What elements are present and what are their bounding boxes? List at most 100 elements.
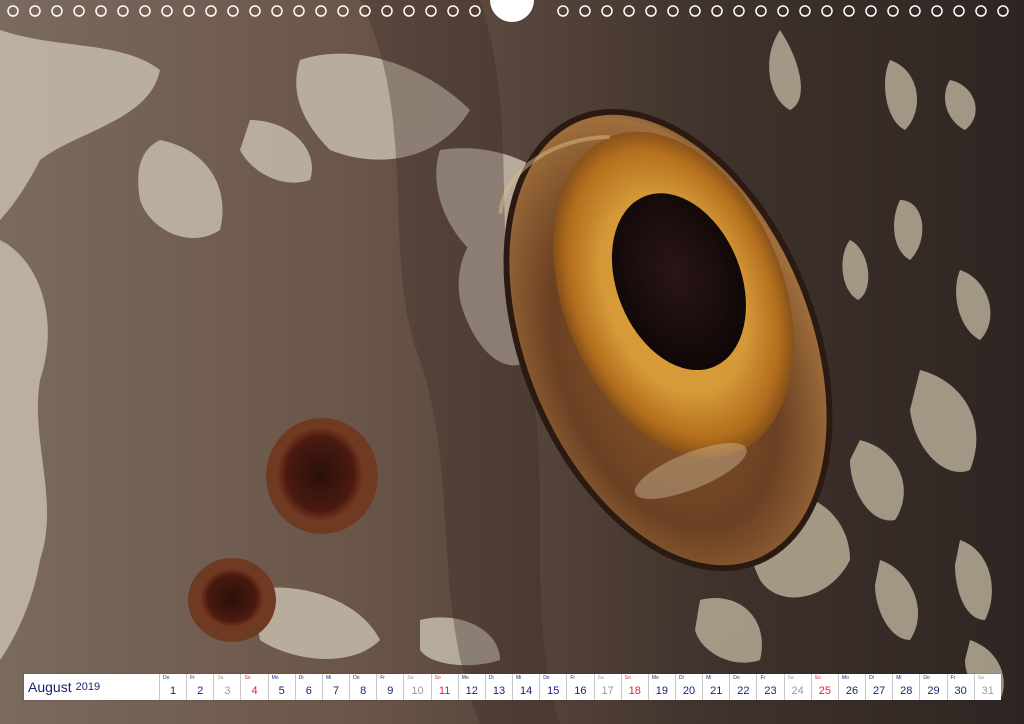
calendar-day: Mi 28 — [893, 674, 921, 700]
binding-ring — [161, 5, 173, 17]
calendar-day: Sa 3 — [214, 674, 242, 700]
calendar-day: So 18 — [622, 674, 649, 700]
day-abbr: Sa — [407, 675, 414, 681]
binding-ring — [205, 5, 217, 17]
binding-ring — [227, 5, 239, 17]
day-number: 25 — [818, 685, 831, 697]
day-number: 23 — [764, 685, 777, 697]
calendar-day: Di 6 — [296, 674, 323, 700]
day-abbr: Mo — [651, 675, 659, 681]
day-number: 3 — [224, 685, 231, 697]
day-number: 13 — [492, 685, 506, 697]
binding-ring — [271, 5, 283, 17]
hanger-notch — [490, 0, 534, 22]
day-number: 5 — [278, 685, 285, 697]
binding-ring — [645, 5, 657, 17]
calendar-day: Mo 26 — [839, 674, 867, 700]
binding-ring — [909, 5, 921, 17]
day-abbr: Sa — [217, 675, 224, 681]
binding-ring — [689, 5, 701, 17]
binding-ring — [843, 5, 855, 17]
day-abbr: Mi — [516, 675, 522, 681]
day-number: 19 — [655, 685, 669, 697]
day-number: 21 — [710, 685, 723, 697]
calendar-day: Fr 23 — [757, 674, 785, 700]
day-number: 16 — [574, 685, 587, 697]
fish-eye-photo — [0, 0, 1024, 724]
calendar-day: So 4 — [241, 674, 269, 700]
day-number: 29 — [927, 685, 940, 697]
day-abbr: Fr — [760, 675, 766, 681]
day-number: 2 — [197, 685, 204, 697]
binding-ring — [887, 5, 899, 17]
binding-ring — [359, 5, 371, 17]
binding-ring — [293, 5, 305, 17]
month-label: August 2019 — [24, 674, 160, 700]
day-number: 30 — [954, 685, 967, 697]
day-number: 8 — [360, 685, 367, 697]
day-number: 6 — [305, 685, 312, 697]
calendar-day: Mo 19 — [649, 674, 676, 700]
binding-ring — [711, 5, 723, 17]
calendar-day: Sa 17 — [595, 674, 622, 700]
binding-ring — [7, 5, 19, 17]
day-abbr: Fr — [380, 675, 385, 681]
calendar-strip: August 2019 Do 1 Fr 2 Sa 3 So 4 Mo 5 Di 6 Mi 7 Do 8 Fr 9 S… — [24, 674, 1001, 700]
calendar-day: Sa 10 — [404, 674, 432, 700]
binding-ring — [183, 5, 195, 17]
binding-ring — [579, 5, 591, 17]
calendar-day: So 11 — [432, 674, 459, 700]
binding-ring — [821, 5, 833, 17]
binding-ring — [73, 5, 85, 17]
binding-ring — [777, 5, 789, 17]
day-abbr: So — [814, 675, 821, 681]
day-number: 9 — [387, 685, 394, 697]
day-number: 1 — [170, 685, 177, 697]
day-number: 27 — [873, 685, 886, 697]
day-abbr: Di — [869, 675, 874, 681]
binding-ring — [997, 5, 1009, 17]
binding-ring — [249, 5, 261, 17]
calendar-day: Do 22 — [730, 674, 758, 700]
binding-ring — [865, 5, 877, 17]
month-year: 2019 — [75, 681, 101, 693]
day-number: 15 — [547, 685, 560, 697]
calendar-day: Di 13 — [486, 674, 514, 700]
calendar-day: Mo 5 — [269, 674, 296, 700]
day-number: 22 — [737, 685, 750, 697]
binding-ring — [381, 5, 393, 17]
calendar-day: Fr 30 — [948, 674, 975, 700]
day-abbr: Do — [923, 675, 930, 681]
day-number: 14 — [519, 685, 533, 697]
binding-ring — [799, 5, 811, 17]
binding-ring — [469, 5, 481, 17]
day-number: 10 — [411, 685, 424, 697]
day-number: 7 — [332, 685, 340, 697]
day-abbr: Di — [488, 675, 494, 681]
binding-ring — [667, 5, 679, 17]
day-abbr: Sa — [597, 675, 604, 681]
day-abbr: Mo — [271, 675, 279, 681]
day-number: 24 — [791, 685, 804, 697]
day-number: 20 — [682, 685, 696, 697]
calendar-day: Do 1 — [160, 674, 188, 700]
binding-ring — [139, 5, 151, 17]
day-number: 17 — [601, 685, 614, 697]
binding-ring — [953, 5, 965, 17]
calendar-day: Fr 16 — [567, 674, 595, 700]
day-abbr: Do — [543, 675, 550, 681]
days-row: Do 1 Fr 2 Sa 3 So 4 Mo 5 Di 6 Mi 7 Do 8 Fr 9 Sa 10 So 11 Mo 12 D… — [160, 674, 1001, 700]
day-abbr: Fr — [570, 675, 576, 681]
day-abbr: So — [624, 675, 631, 681]
day-number: 11 — [438, 685, 451, 697]
day-number: 28 — [900, 685, 913, 697]
spiral-binding — [7, 0, 1009, 22]
calendar-day: Do 29 — [920, 674, 948, 700]
calendar-day: Di 27 — [866, 674, 894, 700]
binding-ring — [755, 5, 767, 17]
calendar-day: Fr 9 — [377, 674, 405, 700]
day-number: 4 — [251, 685, 258, 697]
binding-ring — [51, 5, 63, 17]
day-abbr: Di — [678, 675, 684, 681]
binding-ring — [117, 5, 129, 17]
